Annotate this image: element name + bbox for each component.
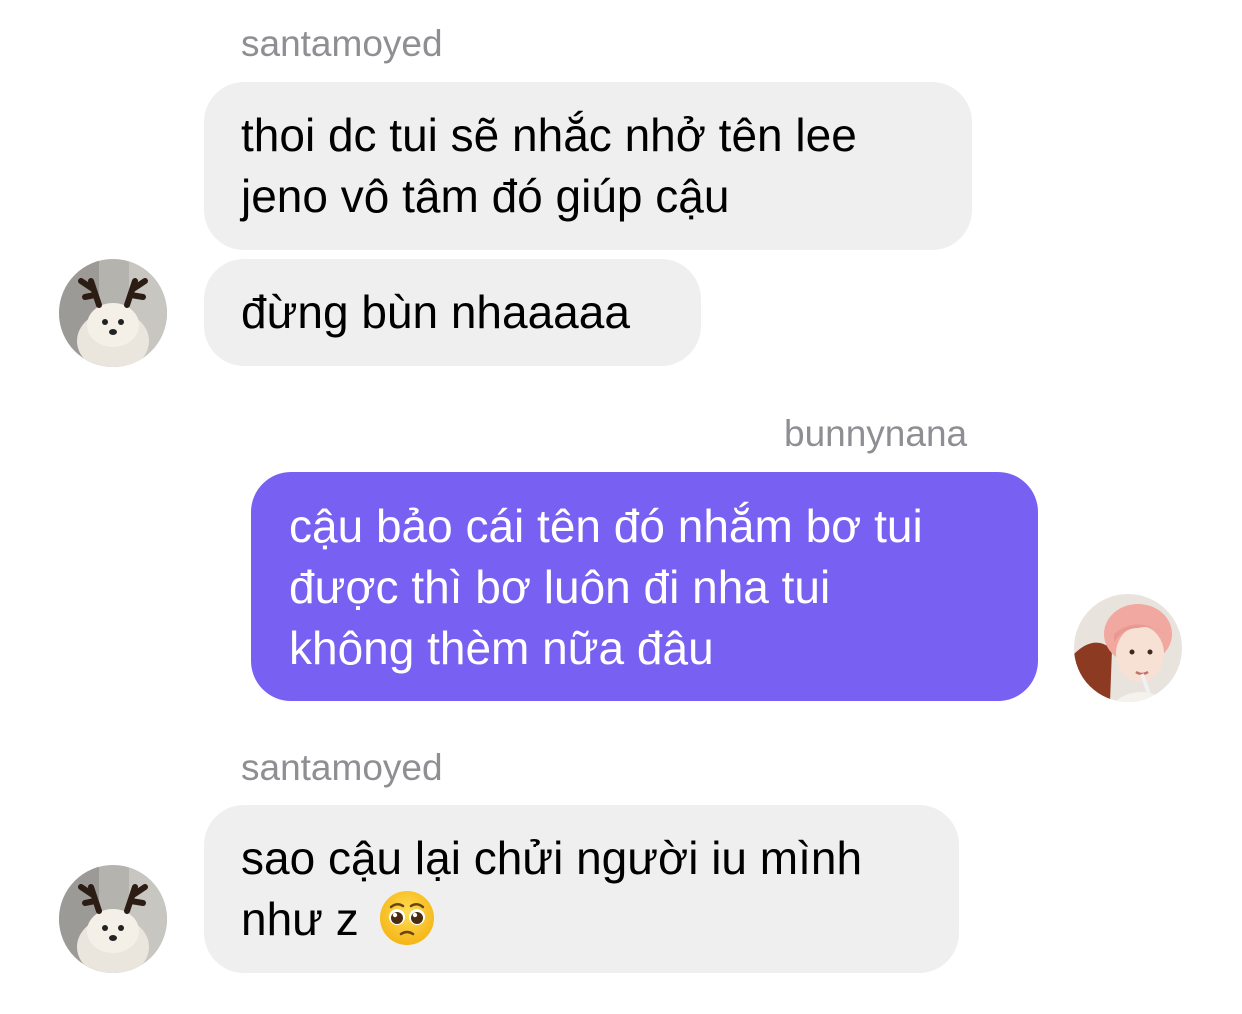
message-bubble[interactable]: sao cậu lại chửi người iu mình như z — [204, 805, 959, 973]
message-text: thoi dc tui sẽ nhắc nhở tên lee — [241, 109, 857, 161]
message-text: jeno vô tâm đó giúp cậu — [241, 170, 730, 222]
sender-name: santamoyed — [241, 747, 443, 788]
reindeer-dog-avatar[interactable] — [59, 865, 167, 973]
message-text: đừng bùn nhaaaaa — [241, 286, 630, 338]
message-bubble[interactable]: cậu bảo cái tên đó nhắm bơ tui được thì … — [251, 472, 1038, 701]
message-text: được thì bơ luôn đi nha tui — [289, 561, 831, 613]
message-bubble[interactable]: đừng bùn nhaaaaa — [204, 259, 701, 366]
message-text: cậu bảo cái tên đó nhắm bơ tui — [289, 500, 923, 552]
pink-hair-person-avatar[interactable] — [1074, 594, 1182, 702]
reindeer-dog-avatar[interactable] — [59, 259, 167, 367]
message-text-line: như z — [241, 889, 959, 950]
message-text: như z — [241, 893, 359, 945]
sender-name: bunnynana — [784, 413, 968, 454]
message-bubble[interactable]: thoi dc tui sẽ nhắc nhở tên lee jeno vô … — [204, 82, 972, 250]
message-text: không thèm nữa đâu — [289, 622, 714, 674]
message-text: sao cậu lại chửi người iu mình — [241, 832, 863, 884]
sender-name: santamoyed — [241, 23, 443, 64]
pleading-face-emoji — [378, 889, 436, 947]
